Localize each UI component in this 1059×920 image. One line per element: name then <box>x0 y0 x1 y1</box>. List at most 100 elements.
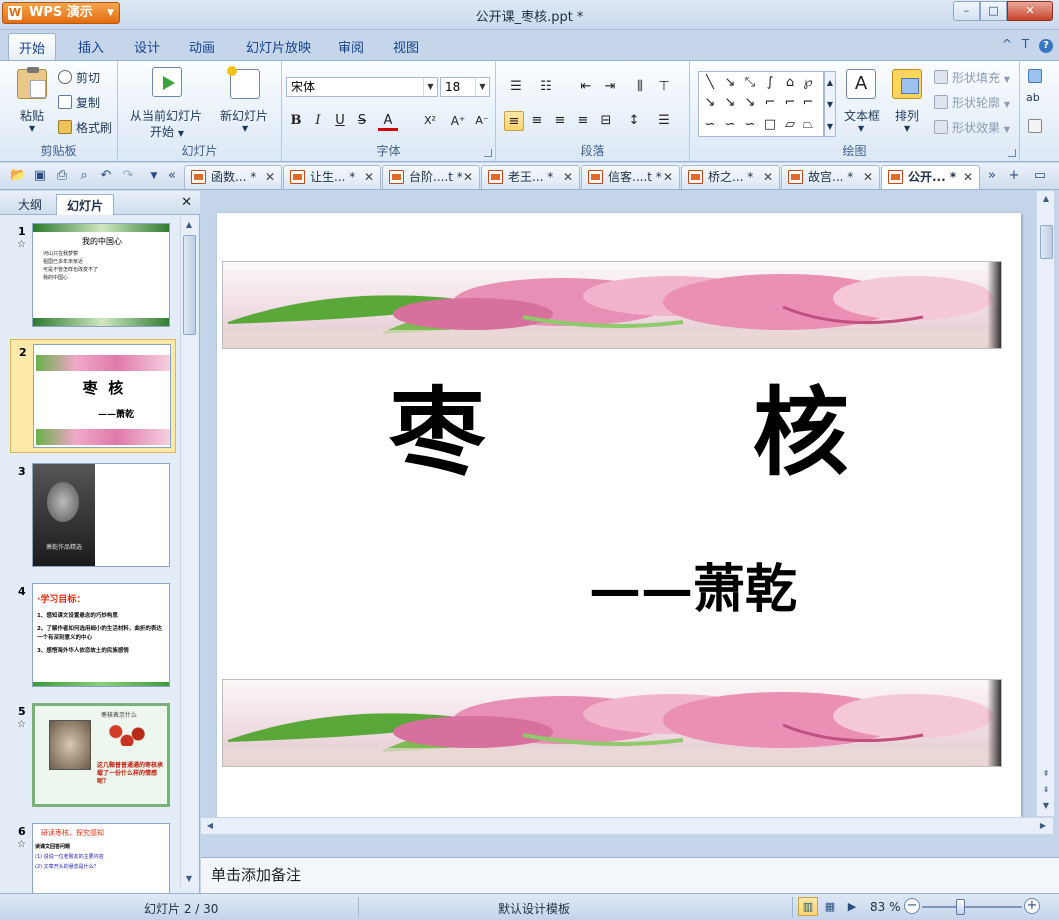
close-tab-icon[interactable]: ✕ <box>463 166 473 188</box>
bullets-icon[interactable]: ☰ <box>506 77 526 97</box>
new-slide-button[interactable]: 新幻灯片 <box>220 107 268 124</box>
font-name-input[interactable]: 宋体 ▼ <box>286 77 438 97</box>
arrange-dropdown-icon[interactable]: ▼ <box>904 124 910 133</box>
doc-tab[interactable]: 函数... * ✕ <box>184 165 282 189</box>
minimize-button[interactable]: – <box>953 1 980 21</box>
font-dialog-launcher-icon[interactable] <box>484 149 492 157</box>
zoom-slider-handle[interactable] <box>956 899 965 915</box>
italic-button[interactable]: I <box>308 111 328 131</box>
zoom-out-button[interactable]: − <box>904 898 920 914</box>
connector-icon[interactable]: ↘ <box>721 94 739 112</box>
slide-subtitle[interactable]: ——萧乾 <box>589 547 797 622</box>
shape-fill-button[interactable]: 形状填充 ▼ <box>934 69 1010 86</box>
scroll-down-icon[interactable]: ▼ <box>1040 800 1052 812</box>
underline-button[interactable]: U <box>330 111 350 131</box>
superscript-button[interactable]: X² <box>420 111 440 131</box>
bold-button[interactable]: B <box>286 111 306 131</box>
doc-tab[interactable]: 桥之... * ✕ <box>681 165 780 189</box>
slide-thumbnail-5[interactable]: 5 ☆ 枣核表示什么 这几颗普普通通的枣核承载了一份什么样的情感呢？ <box>10 699 176 813</box>
save-icon[interactable]: ▣ <box>32 168 48 184</box>
slide-thumbnail-3[interactable]: 3 萧乾作品精选 <box>10 459 176 573</box>
doc-tab-active[interactable]: 公开... * ✕ <box>881 165 980 189</box>
scribble-shape-icon[interactable]: ℘ <box>799 74 817 92</box>
copy-button[interactable]: 复制 <box>58 94 100 111</box>
chevron-down-icon[interactable]: ▼ <box>423 78 437 96</box>
tab-slides[interactable]: 幻灯片 <box>56 194 115 215</box>
close-tab-icon[interactable]: ✕ <box>563 166 573 188</box>
font-color-button[interactable]: A <box>378 111 398 131</box>
scroll-right-icon[interactable]: ▶ <box>1037 820 1049 832</box>
slide-thumbnail-2[interactable]: 2 枣 核 ——萧乾 <box>10 339 176 453</box>
text-style-icon[interactable]: ab <box>1026 91 1040 104</box>
numbering-icon[interactable]: ☷ <box>536 77 556 97</box>
rectangle-shape-icon[interactable]: □ <box>761 116 779 134</box>
skin-icon[interactable]: T <box>1022 37 1029 51</box>
curved-arrow-icon[interactable]: ∽ <box>721 116 739 134</box>
columns-icon[interactable]: ☰ <box>654 111 674 131</box>
tab-slideshow[interactable]: 幻灯片放映 <box>246 37 311 56</box>
connector-arrow-icon[interactable]: ↘ <box>741 94 759 112</box>
close-panel-icon[interactable]: ✕ <box>181 195 192 210</box>
tab-design[interactable]: 设计 <box>134 37 160 56</box>
scrollbar-thumb[interactable] <box>1040 225 1053 259</box>
new-tab-icon[interactable]: + <box>1006 168 1022 184</box>
slide-horizontal-scrollbar[interactable]: ◀ ▶ <box>201 817 1053 834</box>
notes-pane[interactable]: 单击添加备注 <box>201 857 1059 893</box>
tab-animation[interactable]: 动画 <box>189 37 215 56</box>
curved-double-icon[interactable]: ∽ <box>741 116 759 134</box>
customize-toolbar-icon[interactable]: ▼ <box>146 168 162 184</box>
close-tab-icon[interactable]: ✕ <box>265 166 275 188</box>
scrollbar-thumb[interactable] <box>183 235 196 335</box>
line-shape-icon[interactable]: ╲ <box>701 74 719 92</box>
tab-list-icon[interactable]: ▭ <box>1032 168 1048 184</box>
print-preview-icon[interactable]: ⌕ <box>76 168 92 184</box>
tab-start[interactable]: 开始 <box>8 33 57 61</box>
double-arrow-shape-icon[interactable]: ⤡ <box>741 74 759 92</box>
scroll-up-icon[interactable]: ▲ <box>183 219 195 231</box>
close-tab-icon[interactable]: ✕ <box>863 166 873 188</box>
tab-review[interactable]: 审阅 <box>338 37 364 56</box>
doc-tab[interactable]: 让生... * ✕ <box>283 165 381 189</box>
thumbnails-scrollbar[interactable]: ▲ ▼ <box>180 217 197 887</box>
zoom-percentage[interactable]: 83 % <box>870 900 901 914</box>
justify-icon[interactable]: ≡ <box>573 111 593 131</box>
tab-outline[interactable]: 大纲 <box>8 194 52 215</box>
align-center-icon[interactable]: ≡ <box>527 111 547 131</box>
paste-button[interactable]: 粘贴 <box>20 107 44 124</box>
paste-dropdown-icon[interactable]: ▼ <box>29 124 35 133</box>
format-painter-button[interactable]: 格式刷 <box>58 119 112 136</box>
font-size-input[interactable]: 18 ▼ <box>440 77 490 97</box>
zoom-slider[interactable] <box>922 906 1022 908</box>
slide-vertical-scrollbar[interactable]: ▲ ⇞ ⇟ ▼ <box>1036 191 1054 816</box>
scroll-tabs-left-icon[interactable]: « <box>164 168 180 184</box>
shapes-gallery[interactable]: ╲ ↘ ⤡ ∫ ⌂ ℘ ↘ ↘ ↘ ⌐ ⌐ ⌐ ∽ ∽ ∽ □ ▱ ⏢ <box>698 71 824 137</box>
scroll-tabs-right-icon[interactable]: » <box>984 168 1000 184</box>
shape-outline-button[interactable]: 形状轮廓 ▼ <box>934 94 1010 111</box>
close-tab-icon[interactable]: ✕ <box>663 166 673 188</box>
curve-shape-icon[interactable]: ∫ <box>761 74 779 92</box>
chevron-down-icon[interactable]: ▼ <box>475 78 489 96</box>
new-slide-dropdown-icon[interactable]: ▼ <box>242 124 248 133</box>
parallelogram-shape-icon[interactable]: ▱ <box>781 116 799 134</box>
cut-button[interactable]: 剪切 <box>58 69 100 86</box>
align-left-icon[interactable]: ≡ <box>504 111 524 131</box>
scroll-down-icon[interactable]: ▼ <box>183 873 195 885</box>
slide-sorter-button[interactable]: ▦ <box>820 897 840 916</box>
arrange-button[interactable]: 排列 <box>895 107 919 124</box>
elbow-arrow-icon[interactable]: ⌐ <box>781 94 799 112</box>
drawing-dialog-launcher-icon[interactable] <box>1008 149 1016 157</box>
align-text-icon[interactable]: ⊤ <box>654 77 674 97</box>
slide-title[interactable]: 枣 核 <box>217 378 1021 488</box>
tab-view[interactable]: 视图 <box>393 37 419 56</box>
arrow-shape-icon[interactable]: ↘ <box>721 74 739 92</box>
textbox-button[interactable]: 文本框 <box>844 107 880 124</box>
doc-tab[interactable]: 老王... * ✕ <box>481 165 580 189</box>
doc-tab[interactable]: 故宫... * ✕ <box>781 165 880 189</box>
shapes-gallery-scroll[interactable]: ▲ ▼ ▼ <box>824 71 836 137</box>
from-current-slide-button[interactable]: 从当前幻灯片 <box>130 107 202 124</box>
freeform-shape-icon[interactable]: ⌂ <box>781 74 799 92</box>
help-icon[interactable]: ? <box>1039 39 1053 53</box>
doc-tab[interactable]: 信客....t * ✕ <box>581 165 680 189</box>
slide-canvas[interactable]: 枣 核 ——萧乾 <box>217 213 1021 817</box>
scroll-up-icon[interactable]: ▲ <box>1040 193 1052 205</box>
